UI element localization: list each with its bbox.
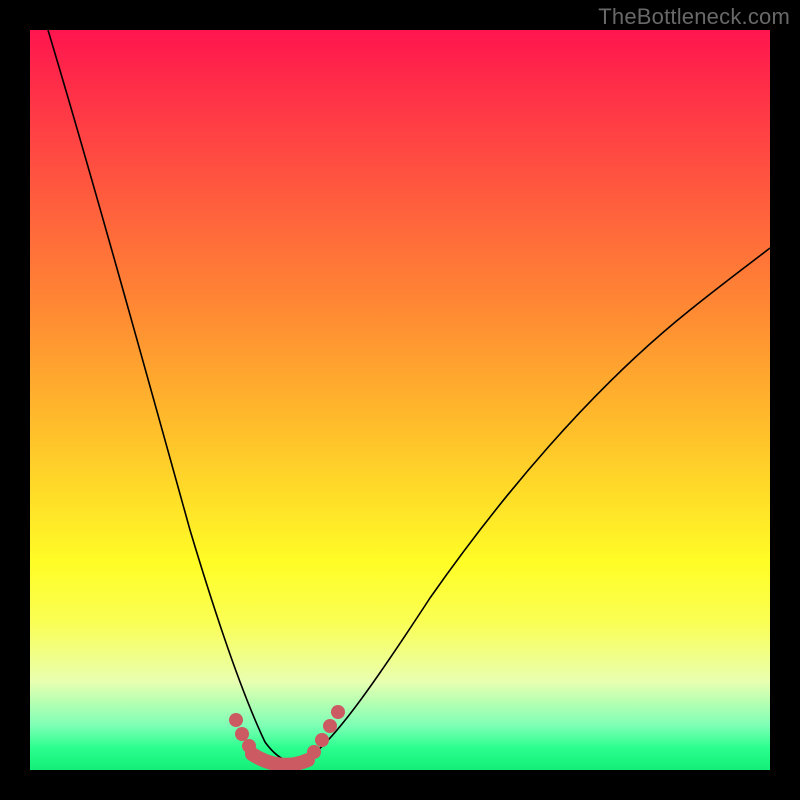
plot-area: [30, 30, 770, 770]
marker-dot: [307, 745, 321, 759]
chart-frame: TheBottleneck.com: [0, 0, 800, 800]
bottleneck-curve: [48, 30, 770, 762]
watermark-text: TheBottleneck.com: [598, 4, 790, 30]
marker-dot: [229, 713, 243, 727]
curve-layer: [30, 30, 770, 770]
marker-dot: [323, 719, 337, 733]
marker-dot: [242, 739, 256, 753]
marker-valley-bar: [252, 754, 308, 765]
marker-dot: [315, 733, 329, 747]
marker-dot: [235, 727, 249, 741]
marker-dot: [331, 705, 345, 719]
